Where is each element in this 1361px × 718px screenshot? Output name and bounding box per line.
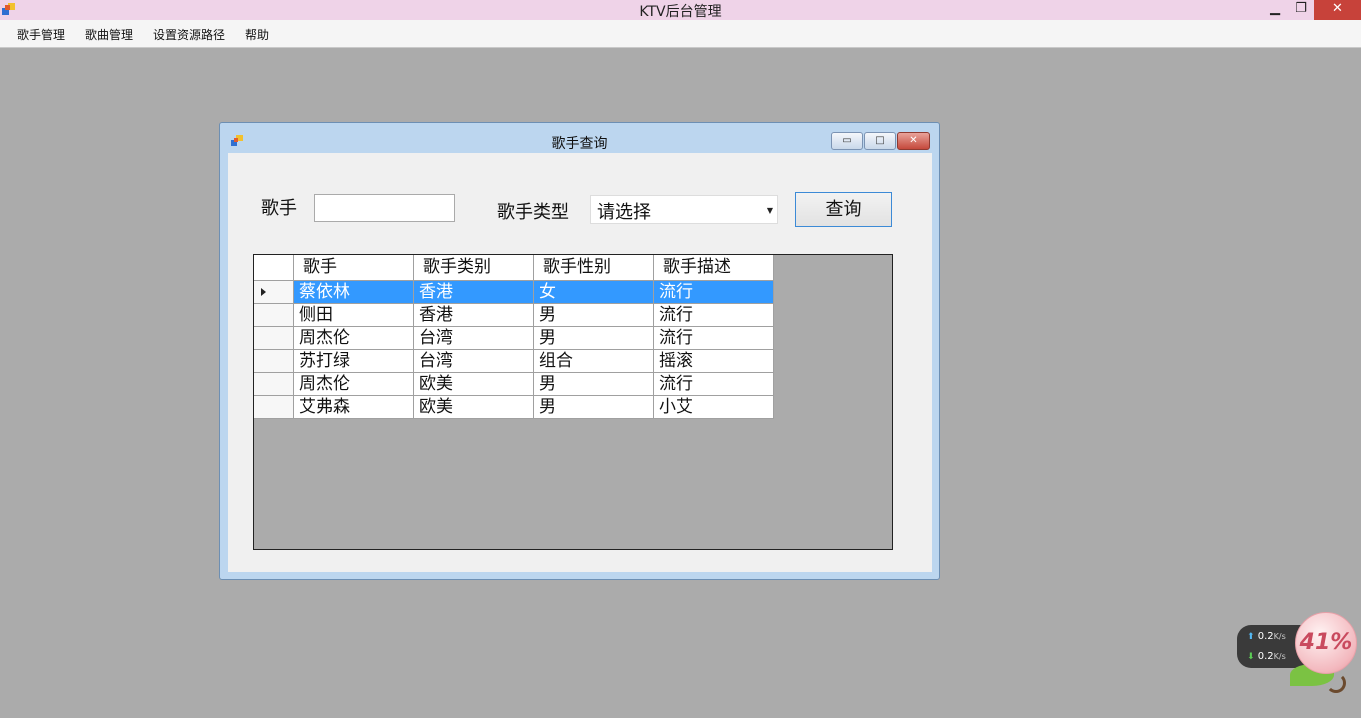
- singer-input[interactable]: [314, 194, 455, 222]
- menu-resource-path[interactable]: 设置资源路径: [153, 26, 225, 43]
- memory-percent: 41%: [1299, 630, 1353, 655]
- cell-gender[interactable]: 女: [534, 281, 654, 304]
- cell-gender[interactable]: 男: [534, 396, 654, 419]
- cell-gender[interactable]: 男: [534, 373, 654, 396]
- cell-singer[interactable]: 蔡依林: [294, 281, 414, 304]
- cell-description[interactable]: 流行: [654, 281, 774, 304]
- close-button[interactable]: ✕: [1314, 0, 1361, 20]
- cell-description[interactable]: 流行: [654, 304, 774, 327]
- singer-type-label: 歌手类型: [497, 202, 569, 223]
- cell-singer[interactable]: 周杰伦: [294, 327, 414, 350]
- cell-description[interactable]: 流行: [654, 373, 774, 396]
- column-header-description[interactable]: 歌手描述: [654, 255, 774, 281]
- cell-singer[interactable]: 苏打绿: [294, 350, 414, 373]
- grid-corner-cell[interactable]: [254, 255, 294, 281]
- download-unit: K/s: [1273, 652, 1286, 661]
- dialog-maximize-button[interactable]: □: [864, 132, 896, 150]
- singer-query-window: 歌手 查询 ▭ □ ✕ 歌手 歌手类型 请选择 ▼ 查询 歌手 歌手类别 歌手性别…: [219, 122, 940, 580]
- column-header-gender[interactable]: 歌手性别: [534, 255, 654, 281]
- cell-singer[interactable]: 侧田: [294, 304, 414, 327]
- cell-gender[interactable]: 男: [534, 304, 654, 327]
- column-header-singer[interactable]: 歌手: [294, 255, 414, 281]
- menu-bar: 歌手管理 歌曲管理 设置资源路径 帮助: [0, 20, 1361, 48]
- window-title: KTV后台管理: [639, 4, 722, 20]
- memory-accelerator-ball[interactable]: 41%: [1295, 612, 1357, 674]
- download-speed: ⬇ 0.2K/s: [1247, 651, 1286, 662]
- row-header[interactable]: [254, 327, 294, 350]
- cell-description[interactable]: 小艾: [654, 396, 774, 419]
- download-value: 0.2: [1257, 651, 1274, 662]
- cell-category[interactable]: 香港: [414, 281, 534, 304]
- cell-category[interactable]: 台湾: [414, 327, 534, 350]
- dialog-minimize-button[interactable]: ▭: [831, 132, 863, 150]
- dialog-close-button[interactable]: ✕: [897, 132, 930, 150]
- menu-song-management[interactable]: 歌曲管理: [85, 26, 133, 43]
- cell-singer[interactable]: 艾弗森: [294, 396, 414, 419]
- cell-description[interactable]: 摇滚: [654, 350, 774, 373]
- row-header[interactable]: [254, 350, 294, 373]
- upload-speed: ⬆ 0.2K/s: [1247, 631, 1286, 642]
- singer-type-select[interactable]: 请选择 ▼: [590, 195, 778, 224]
- upload-arrow-icon: ⬆: [1247, 632, 1255, 642]
- dialog-client-area: 歌手 歌手类型 请选择 ▼ 查询 歌手 歌手类别 歌手性别 歌手描述 蔡依林 香…: [228, 153, 932, 572]
- cell-gender[interactable]: 男: [534, 327, 654, 350]
- row-header[interactable]: [254, 281, 294, 304]
- menu-singer-management[interactable]: 歌手管理: [17, 26, 65, 43]
- cell-category[interactable]: 香港: [414, 304, 534, 327]
- dropdown-arrow-icon[interactable]: ▼: [767, 206, 773, 215]
- singer-grid[interactable]: 歌手 歌手类别 歌手性别 歌手描述 蔡依林 香港 女 流行 侧田 香港 男 流行: [253, 254, 893, 550]
- download-arrow-icon: ⬇: [1247, 652, 1255, 662]
- upload-value: 0.2: [1257, 631, 1274, 642]
- cell-category[interactable]: 台湾: [414, 350, 534, 373]
- singer-type-selected: 请选择: [597, 202, 651, 223]
- row-header[interactable]: [254, 304, 294, 327]
- cell-category[interactable]: 欧美: [414, 373, 534, 396]
- row-header[interactable]: [254, 373, 294, 396]
- cell-description[interactable]: 流行: [654, 327, 774, 350]
- minimize-button[interactable]: ▁: [1262, 0, 1288, 20]
- cell-gender[interactable]: 组合: [534, 350, 654, 373]
- column-header-category[interactable]: 歌手类别: [414, 255, 534, 281]
- menu-help[interactable]: 帮助: [245, 26, 269, 43]
- query-button[interactable]: 查询: [795, 192, 892, 227]
- upload-unit: K/s: [1273, 632, 1286, 641]
- current-row-indicator-icon: [261, 288, 266, 296]
- cell-category[interactable]: 欧美: [414, 396, 534, 419]
- restore-button[interactable]: ❐: [1288, 0, 1314, 20]
- row-header[interactable]: [254, 396, 294, 419]
- singer-label: 歌手: [261, 198, 297, 219]
- main-title-bar: KTV后台管理 ▁ ❐ ✕: [0, 0, 1361, 20]
- cell-singer[interactable]: 周杰伦: [294, 373, 414, 396]
